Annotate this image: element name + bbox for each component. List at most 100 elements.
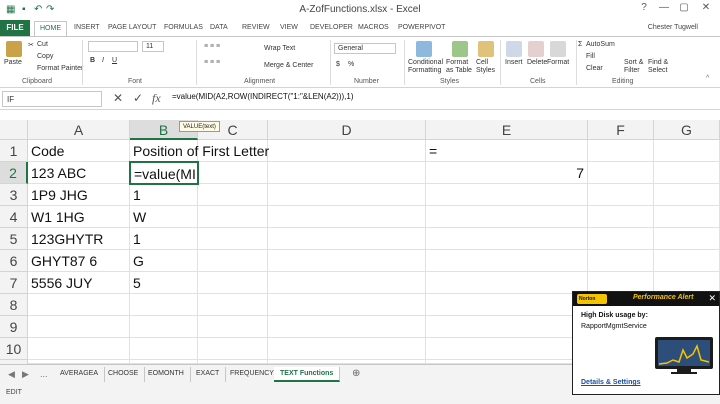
cell-b1[interactable]: Position of First Letter [130, 140, 269, 162]
copy-button[interactable]: Copy [37, 53, 53, 60]
sheet-tab-exact[interactable]: EXACT [190, 367, 227, 382]
format-cells-icon[interactable] [550, 41, 566, 57]
row-header-5[interactable]: 5 [0, 228, 28, 250]
sheet-tab-averagea[interactable]: AVERAGEA [54, 367, 105, 382]
cell-b3[interactable]: 1 [130, 184, 198, 206]
delete-cells-button[interactable]: Delete [527, 59, 547, 66]
row-header-1[interactable]: 1 [0, 140, 28, 162]
wrap-text-button[interactable]: Wrap Text [264, 45, 295, 52]
cell-a5[interactable]: 123GHYTR [28, 228, 130, 250]
format-cells-button[interactable]: Format [547, 59, 569, 66]
font-size-dropdown[interactable]: 11 [142, 41, 164, 52]
row-header-7[interactable]: 7 [0, 272, 28, 294]
column-header-d[interactable]: D [268, 120, 426, 140]
sheet-tab-frequency[interactable]: FREQUENCY [224, 367, 281, 382]
sheet-tab-text-functions[interactable]: TEXT Functions [274, 367, 341, 382]
cell-b4[interactable]: W [130, 206, 198, 228]
sheet-tab-eomonth[interactable]: EOMONTH [142, 367, 191, 382]
formula-input[interactable]: =value(MID(A2,ROW(INDIRECT("1:"&LEN(A2))… [172, 92, 353, 101]
insert-cells-button[interactable]: Insert [505, 59, 523, 66]
close-button[interactable]: ✕ [698, 2, 714, 16]
user-name[interactable]: Chester Tugwell [648, 24, 698, 31]
row-header-9[interactable]: 9 [0, 316, 28, 338]
select-all-corner[interactable] [0, 120, 28, 140]
column-header-f[interactable]: F [588, 120, 654, 140]
number-format-dropdown[interactable]: General [334, 43, 396, 54]
format-painter-button[interactable]: Format Painter [37, 65, 83, 72]
format-as-table-button[interactable]: Format as Table [446, 59, 476, 75]
tab-page-layout[interactable]: PAGE LAYOUT [108, 24, 156, 31]
fill-button[interactable]: Fill [586, 53, 595, 60]
cell-b6[interactable]: G [130, 250, 198, 272]
tab-developer[interactable]: DEVELOPER [310, 24, 353, 31]
details-settings-link[interactable]: Details & Settings [581, 379, 641, 386]
add-sheet-button[interactable]: ⊕ [352, 368, 360, 379]
cancel-icon[interactable]: ✕ [113, 91, 123, 105]
currency-button[interactable]: $ [336, 61, 340, 68]
delete-cells-icon[interactable] [528, 41, 544, 57]
autosum-icon[interactable]: Σ [578, 41, 582, 48]
paste-button[interactable]: Paste [4, 59, 22, 66]
cell-styles-button[interactable]: Cell Styles [476, 59, 500, 75]
cell-b7[interactable]: 5 [130, 272, 198, 294]
cell-e1[interactable]: = [426, 140, 588, 162]
tab-data[interactable]: DATA [210, 24, 228, 31]
merge-center-button[interactable]: Merge & Center [264, 62, 313, 69]
align-top-icon[interactable]: ≡ ≡ ≡ [204, 43, 220, 50]
conditional-formatting-icon[interactable] [416, 41, 432, 57]
column-header-g[interactable]: G [654, 120, 720, 140]
more-sheets-button[interactable]: ... [40, 369, 48, 379]
popup-close-button[interactable]: ✕ [708, 293, 716, 304]
cut-button[interactable]: Cut [37, 41, 48, 48]
italic-button[interactable]: I [102, 57, 104, 64]
sheet-tab-choose[interactable]: CHOOSE [102, 367, 146, 382]
row-header-4[interactable]: 4 [0, 206, 28, 228]
cell-a4[interactable]: W1 1HG [28, 206, 130, 228]
help-button[interactable]: ? [636, 2, 652, 16]
format-as-table-icon[interactable] [452, 41, 468, 57]
previous-sheet-icon[interactable]: ◀ [8, 369, 15, 380]
font-name-dropdown[interactable] [88, 41, 138, 52]
cell-a7[interactable]: 5556 JUY [28, 272, 130, 294]
column-header-e[interactable]: E [426, 120, 588, 140]
row-header-8[interactable]: 8 [0, 294, 28, 316]
tab-review[interactable]: REVIEW [242, 24, 270, 31]
tab-macros[interactable]: MACROS [358, 24, 389, 31]
tab-insert[interactable]: INSERT [74, 24, 100, 31]
row-header-6[interactable]: 6 [0, 250, 28, 272]
tab-formulas[interactable]: FORMULAS [164, 24, 203, 31]
tab-view[interactable]: VIEW [280, 24, 298, 31]
cell-a6[interactable]: GHYT87 6 [28, 250, 130, 272]
cell-a3[interactable]: 1P9 JHG [28, 184, 130, 206]
cell-a1[interactable]: Code [28, 140, 130, 162]
paste-icon[interactable] [6, 41, 22, 57]
bold-button[interactable]: B [90, 57, 95, 64]
next-sheet-icon[interactable]: ▶ [22, 369, 29, 380]
name-box[interactable]: IF [2, 91, 102, 107]
row-header-3[interactable]: 3 [0, 184, 28, 206]
conditional-formatting-button[interactable]: Conditional Formatting [408, 59, 444, 75]
cell-a2[interactable]: 123 ABC [28, 162, 130, 184]
tab-home[interactable]: HOME [34, 21, 67, 36]
underline-button[interactable]: U [112, 57, 117, 64]
row-header-2[interactable]: 2 [0, 162, 28, 184]
row-header-10[interactable]: 10 [0, 338, 28, 360]
autosum-button[interactable]: AutoSum [586, 41, 615, 48]
scissors-icon[interactable]: ✂ [28, 41, 34, 49]
align-left-icon[interactable]: ≡ ≡ ≡ [204, 59, 220, 66]
sort-filter-button[interactable]: Sort & Filter [624, 59, 648, 75]
find-select-button[interactable]: Find & Select [648, 59, 674, 75]
tab-powerpivot[interactable]: POWERPIVOT [398, 24, 445, 31]
restore-button[interactable]: ▢ [676, 2, 692, 16]
file-tab[interactable]: FILE [0, 20, 30, 36]
percent-button[interactable]: % [348, 61, 354, 68]
insert-function-icon[interactable]: fx [152, 91, 161, 106]
collapse-ribbon-icon[interactable]: ^ [706, 75, 709, 82]
cell-e2[interactable]: 7 [426, 162, 588, 184]
clear-button[interactable]: Clear [586, 65, 603, 72]
minimize-button[interactable]: — [656, 2, 672, 16]
column-header-a[interactable]: A [28, 120, 130, 140]
insert-cells-icon[interactable] [506, 41, 522, 57]
enter-icon[interactable]: ✓ [133, 91, 143, 105]
cell-b5[interactable]: 1 [130, 228, 198, 250]
